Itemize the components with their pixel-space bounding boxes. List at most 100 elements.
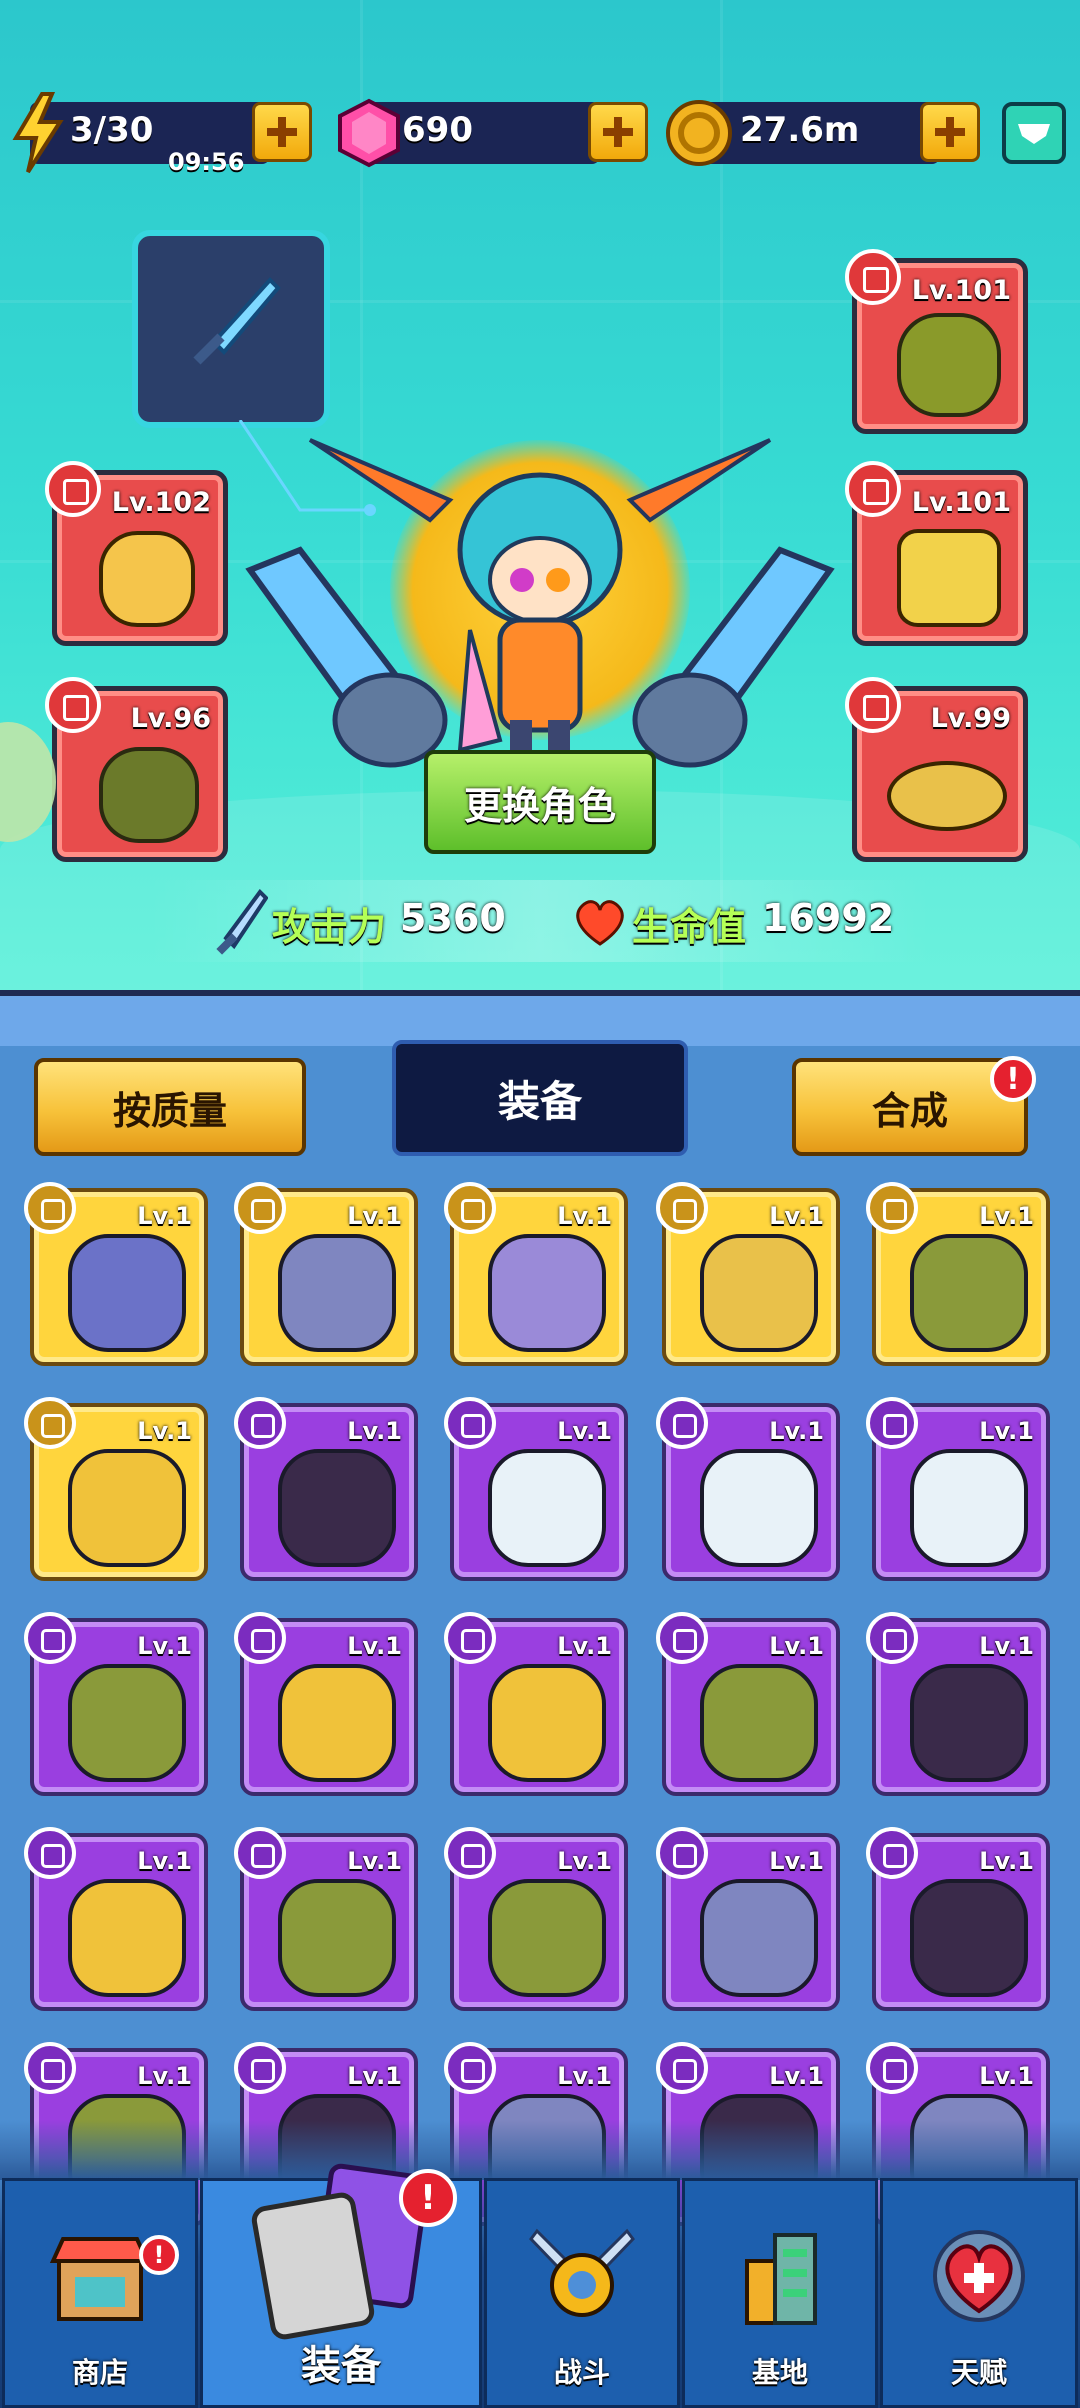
gauntlet-icon xyxy=(488,1234,606,1352)
inventory-item-card[interactable]: Lv.1 xyxy=(24,1612,208,1796)
inventory-item-card[interactable]: Lv.1 xyxy=(444,1612,628,1796)
glove-icon xyxy=(278,1664,396,1782)
inventory-item-card[interactable]: Lv.1 xyxy=(656,1182,840,1366)
item-level: Lv.1 xyxy=(137,1847,192,1875)
sandal-icon xyxy=(887,761,1007,831)
item-level: Lv.1 xyxy=(347,2062,402,2090)
nav-equipment[interactable]: ! 装备 xyxy=(200,2163,482,2408)
item-level: Lv.1 xyxy=(347,1847,402,1875)
item-slot-badge xyxy=(234,2042,286,2094)
item-slot-badge xyxy=(656,2042,708,2094)
item-slot-badge xyxy=(234,1612,286,1664)
item-level: Lv.1 xyxy=(137,2062,192,2090)
item-slot-badge xyxy=(24,1827,76,1879)
nav-talent[interactable]: 天赋 xyxy=(880,2178,1078,2408)
vest-icon xyxy=(488,1449,606,1567)
inventory-item-card[interactable]: Lv.1 xyxy=(444,1397,628,1581)
inventory-item-card[interactable]: Lv.1 xyxy=(866,1182,1050,1366)
item-slot-badge xyxy=(444,1827,496,1879)
item-level: Lv.1 xyxy=(769,1202,824,1230)
inventory-item-card[interactable]: Lv.1 xyxy=(234,1182,418,1366)
nav-battle-label: 战斗 xyxy=(553,2356,610,2389)
shield-button[interactable] xyxy=(1002,102,1066,164)
item-level: Lv.1 xyxy=(557,1202,612,1230)
item-slot-badge xyxy=(234,1182,286,1234)
add-coins-button[interactable] xyxy=(920,102,980,162)
inventory-item-card[interactable]: Lv.1 xyxy=(656,1827,840,2011)
add-gems-button[interactable] xyxy=(588,102,648,162)
battle-icon xyxy=(529,2228,635,2317)
merge-alert-badge: ! xyxy=(990,1056,1036,1102)
inventory-item-card[interactable]: Lv.1 xyxy=(656,1397,840,1581)
nav-shop[interactable]: ! 商店 xyxy=(2,2178,198,2408)
inventory-item-card[interactable]: Lv.1 xyxy=(866,1397,1050,1581)
item-level: Lv.1 xyxy=(557,1417,612,1445)
sword-icon xyxy=(193,277,281,365)
item-level: Lv.1 xyxy=(769,1417,824,1445)
inventory-item-card[interactable]: Lv.1 xyxy=(234,1827,418,2011)
coins-value: 27.6m xyxy=(740,110,860,150)
change-character-button[interactable]: 更换角色 xyxy=(424,750,656,854)
inventory-item-card[interactable]: Lv.1 xyxy=(866,1827,1050,2011)
sort-by-quality-button[interactable]: 按质量 xyxy=(34,1058,306,1156)
add-energy-button[interactable] xyxy=(252,102,312,162)
item-level: Lv.1 xyxy=(347,1202,402,1230)
inventory-item-card[interactable]: Lv.1 xyxy=(234,1397,418,1581)
inventory-item-card[interactable]: Lv.1 xyxy=(24,1397,208,1581)
nav-talent-label: 天赋 xyxy=(950,2356,1007,2389)
glove-icon xyxy=(488,1664,606,1782)
equip-slot-shoes[interactable]: Lv.99 xyxy=(845,677,1028,862)
item-level: Lv.1 xyxy=(979,1847,1034,1875)
equip-slot-necklace[interactable]: Lv.102 xyxy=(45,461,228,646)
energy-timer: 09:56 xyxy=(168,148,245,176)
tab-strip xyxy=(0,990,1080,1046)
armor-icon xyxy=(278,1234,396,1352)
gems-value: 690 xyxy=(402,110,473,150)
item-slot-badge xyxy=(24,1397,76,1449)
necklace-icon xyxy=(910,1879,1028,1997)
item-slot-badge xyxy=(656,1397,708,1449)
talent-heart-icon xyxy=(933,2230,1025,2322)
inventory-item-card[interactable]: Lv.1 xyxy=(24,1182,208,1366)
sandal-icon xyxy=(68,1879,186,1997)
hp-label: 生命值 xyxy=(632,905,747,949)
boot-icon xyxy=(488,1879,606,1997)
weapon-slot[interactable] xyxy=(132,230,330,428)
equip-slot-gloves[interactable]: Lv.96 xyxy=(45,677,228,862)
item-level: Lv.1 xyxy=(979,1632,1034,1660)
necklace-icon xyxy=(278,1449,396,1567)
equip-slot-armor[interactable]: Lv.101 xyxy=(845,249,1028,434)
tab-equipment[interactable]: 装备 xyxy=(392,1040,688,1156)
hero-character xyxy=(245,438,835,770)
inventory-item-card[interactable]: Lv.1 xyxy=(234,1612,418,1796)
item-level: Lv.1 xyxy=(347,1632,402,1660)
inventory-item-card[interactable]: Lv.1 xyxy=(24,1827,208,2011)
item-slot-badge xyxy=(866,1612,918,1664)
nav-base[interactable]: 基地 xyxy=(682,2178,878,2408)
nav-shop-label: 商店 xyxy=(71,2356,128,2389)
scarf-icon xyxy=(99,531,195,627)
item-level: Lv.1 xyxy=(557,1632,612,1660)
inventory-item-card[interactable]: Lv.1 xyxy=(444,1827,628,2011)
equipment-alert-badge: ! xyxy=(399,2169,457,2227)
boot-icon xyxy=(68,1664,186,1782)
armor-slot-badge xyxy=(845,249,901,305)
item-slot-badge xyxy=(656,1182,708,1234)
inventory-item-card[interactable]: Lv.1 xyxy=(444,1182,628,1366)
inventory-item-card[interactable]: Lv.1 xyxy=(656,1612,840,1796)
item-slot-badge xyxy=(866,1827,918,1879)
inventory-item-card[interactable]: Lv.1 xyxy=(866,1612,1050,1796)
shield-icon xyxy=(1018,124,1050,144)
attack-value: 5360 xyxy=(400,896,506,940)
equip-slot-pants[interactable]: Lv.101 xyxy=(845,461,1028,646)
boot-icon xyxy=(278,1879,396,1997)
armor-icon xyxy=(897,313,1001,417)
necklace-slot-badge xyxy=(45,461,101,517)
item-slot-badge xyxy=(444,2042,496,2094)
shorts-icon xyxy=(897,529,1001,627)
nav-battle[interactable]: 战斗 xyxy=(484,2178,680,2408)
shop-icon xyxy=(49,2237,151,2321)
item-slot-badge xyxy=(24,1612,76,1664)
item-slot-badge xyxy=(24,2042,76,2094)
equip-level: Lv.99 xyxy=(930,703,1011,734)
